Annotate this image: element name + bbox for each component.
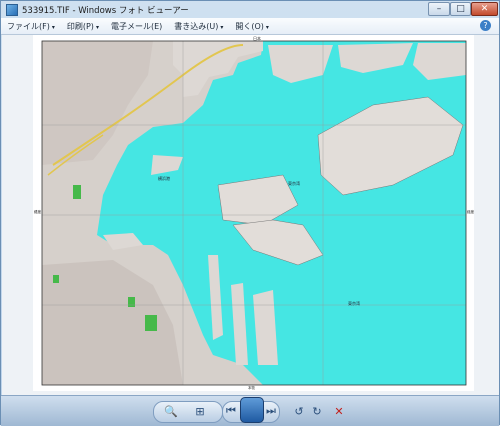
actual-size-icon[interactable]: ⊞: [189, 402, 211, 420]
photo-viewer-window: 533915.TIF - Windows フォト ビューアー – □ ✕ ファイ…: [0, 0, 500, 426]
menu-file[interactable]: ファイル(F) ▾: [1, 21, 61, 32]
zoom-icon[interactable]: 🔍: [159, 402, 183, 420]
window-title: 533915.TIF - Windows フォト ビューアー: [22, 5, 189, 16]
menu-file-label: ファイル(F): [7, 21, 50, 31]
top-label: 日本: [253, 35, 261, 41]
yokohama-bay-label: 横浜港: [158, 175, 170, 181]
maximize-button[interactable]: □: [450, 2, 471, 16]
minimize-button[interactable]: –: [428, 2, 450, 16]
viewer-toolbar: 🔍 ⊞ ⏮ ⏭ ↺ ↻ ✕: [1, 395, 499, 426]
previous-icon[interactable]: ⏮: [223, 402, 239, 420]
map-image: 日本 横浜港 東京湾 東京湾 緯度 経度 本牧: [33, 35, 474, 391]
chevron-down-icon: ▾: [51, 23, 55, 31]
chevron-down-icon: ▾: [265, 23, 269, 31]
menu-open-label: 開く(O): [235, 21, 264, 31]
slideshow-icon[interactable]: [240, 397, 264, 423]
rotate-left-icon[interactable]: ↺: [291, 402, 307, 420]
photo-viewer-icon: [6, 3, 18, 16]
menu-email[interactable]: 電子メール(E): [105, 21, 168, 32]
right-margin-label: 経度: [467, 209, 474, 214]
image-viewport[interactable]: 日本 横浜港 東京湾 東京湾 緯度 経度 本牧: [2, 35, 499, 395]
menu-email-label: 電子メール(E): [110, 21, 163, 31]
topographic-map: 日本 横浜港 東京湾 東京湾 緯度 経度 本牧: [34, 35, 474, 390]
bottom-sea-label: 東京湾: [348, 300, 360, 306]
close-button[interactable]: ✕: [471, 2, 498, 16]
menu-burn[interactable]: 書き込み(U) ▾: [168, 21, 229, 32]
menu-open[interactable]: 開く(O) ▾: [229, 21, 275, 32]
park: [73, 185, 81, 199]
rotate-right-icon[interactable]: ↻: [309, 402, 325, 420]
menu-print-label: 印刷(P): [66, 21, 94, 31]
delete-icon[interactable]: ✕: [331, 402, 347, 420]
title-bar[interactable]: 533915.TIF - Windows フォト ビューアー – □ ✕: [1, 1, 499, 18]
chevron-down-icon: ▾: [95, 23, 99, 31]
menu-burn-label: 書き込み(U): [174, 21, 219, 31]
bottom-center-label: 本牧: [248, 385, 255, 390]
menu-bar: ファイル(F) ▾ 印刷(P) ▾ 電子メール(E) 書き込み(U) ▾ 開く(O) ▾…: [1, 18, 499, 35]
menu-print[interactable]: 印刷(P) ▾: [61, 21, 105, 32]
chevron-down-icon: ▾: [220, 23, 224, 31]
help-icon[interactable]: ?: [480, 20, 491, 31]
tokyo-bay-label: 東京湾: [288, 180, 300, 186]
left-margin-label: 緯度: [34, 209, 41, 214]
next-icon[interactable]: ⏭: [263, 402, 279, 420]
